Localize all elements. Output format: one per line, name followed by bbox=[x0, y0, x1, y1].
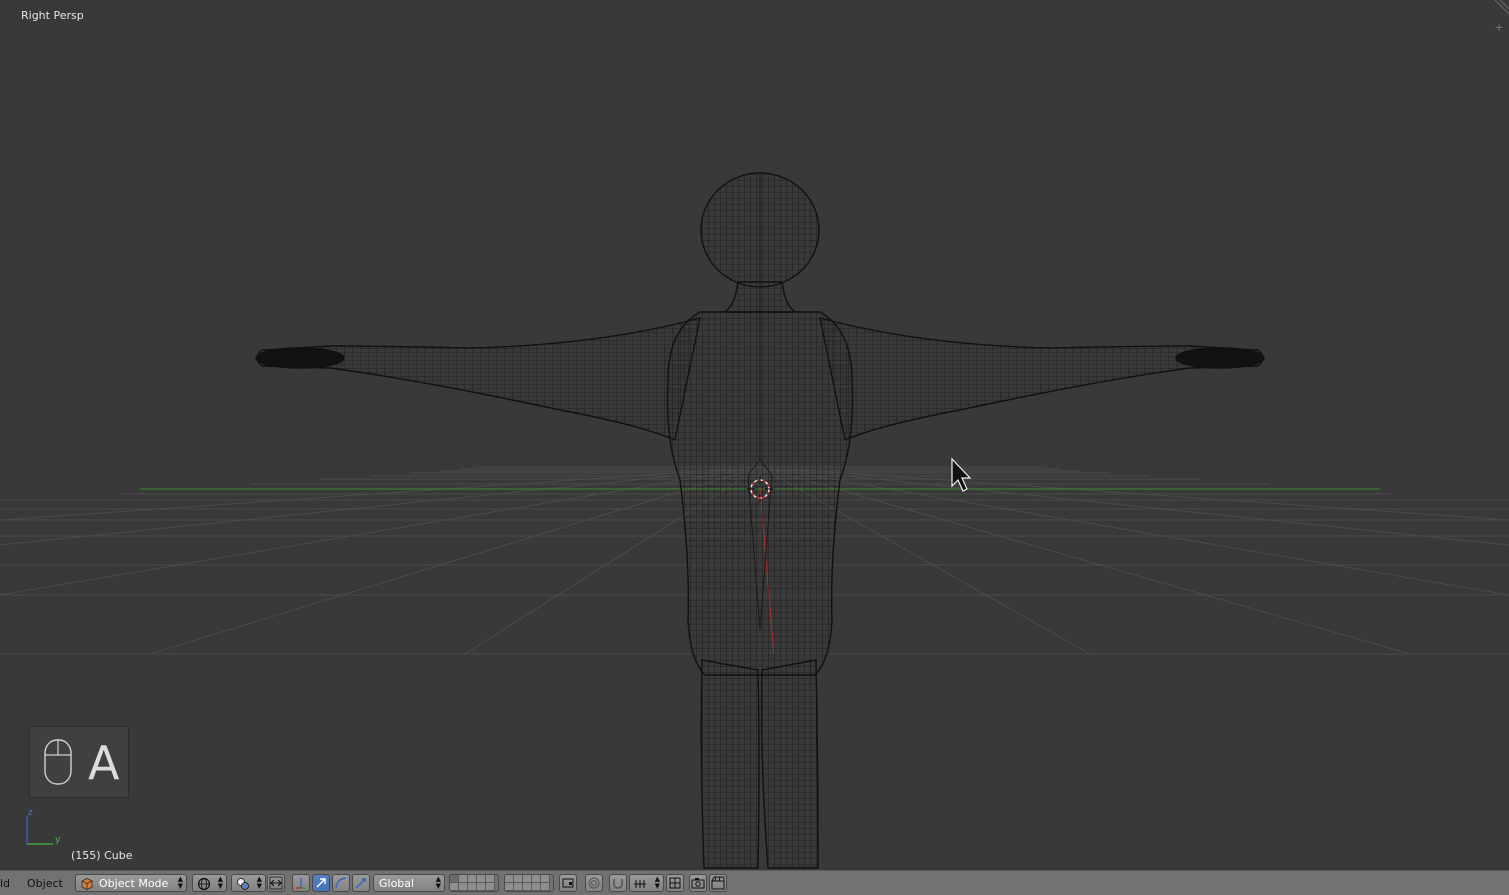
viewport-shading-select[interactable]: ▲ ▼ bbox=[192, 874, 227, 892]
view-label: Right Persp bbox=[21, 9, 84, 22]
rotate-manipulator-button[interactable] bbox=[312, 874, 330, 892]
grid-target-icon bbox=[669, 877, 681, 889]
opengl-render-animation-button[interactable] bbox=[709, 874, 727, 892]
snap-toggle-button[interactable] bbox=[609, 874, 627, 892]
menu-add[interactable]: ld bbox=[0, 877, 10, 890]
menu-object[interactable]: Object bbox=[27, 877, 63, 890]
proportional-editing-button[interactable] bbox=[585, 874, 603, 892]
properties-toggle-icon[interactable]: + bbox=[1493, 22, 1505, 34]
toggle-manipulator-button[interactable] bbox=[267, 874, 285, 892]
updown-icon: ▲ ▼ bbox=[177, 875, 183, 890]
layers-lock-icon bbox=[562, 878, 574, 888]
axis-z-label: z bbox=[28, 808, 33, 818]
cube-icon bbox=[81, 878, 93, 890]
axis-y-label: y bbox=[55, 835, 61, 845]
move-arrows-icon bbox=[296, 878, 306, 889]
proportional-circle-icon bbox=[588, 877, 600, 889]
pressed-key-label: A bbox=[88, 736, 120, 790]
scale-icon bbox=[355, 878, 366, 889]
snap-increment-icon bbox=[634, 880, 646, 888]
3d-view-header: ld Object Object Mode ▲ ▼ ▲ ▼ ▲ ▼ Global… bbox=[0, 870, 1509, 895]
clapperboard-icon bbox=[711, 876, 725, 890]
scene-layers-group-1[interactable] bbox=[449, 874, 499, 892]
screencast-key-overlay: A bbox=[29, 726, 129, 798]
translate-manipulator-button[interactable] bbox=[292, 874, 310, 892]
lock-layers-button[interactable] bbox=[559, 874, 577, 892]
globe-icon bbox=[197, 877, 211, 891]
viewport-scene[interactable] bbox=[0, 0, 1509, 870]
pivot-point-select[interactable]: ▲ ▼ bbox=[231, 874, 266, 892]
3d-viewport[interactable]: Right Persp + A z y (155) Cube bbox=[0, 0, 1509, 870]
camera-icon bbox=[691, 878, 705, 889]
curve-manipulator-button[interactable] bbox=[332, 874, 350, 892]
updown-icon: ▲ ▼ bbox=[654, 875, 660, 890]
updown-icon: ▲ ▼ bbox=[435, 875, 441, 890]
axis-gizmo: z y bbox=[26, 808, 61, 845]
transform-orientation-select[interactable]: Global ▲ ▼ bbox=[373, 874, 445, 892]
pivot-icon bbox=[237, 878, 249, 890]
manipulator-axes-icon bbox=[269, 876, 283, 890]
mode-select-label: Object Mode bbox=[99, 877, 169, 890]
transform-orientation-label: Global bbox=[379, 877, 415, 890]
updown-icon: ▲ ▼ bbox=[217, 875, 223, 890]
mouse-icon bbox=[44, 739, 72, 785]
mode-select[interactable]: Object Mode ▲ ▼ bbox=[75, 874, 187, 892]
object-info-label: (155) Cube bbox=[71, 849, 133, 862]
opengl-render-image-button[interactable] bbox=[689, 874, 707, 892]
snap-element-select[interactable]: ▲ ▼ bbox=[629, 874, 664, 892]
scale-manipulator-button[interactable] bbox=[352, 874, 370, 892]
curve-icon bbox=[335, 877, 347, 889]
mouse-pointer-icon bbox=[951, 457, 972, 492]
arrow-pointer-icon bbox=[316, 878, 326, 888]
scene-layers-group-2[interactable] bbox=[504, 874, 554, 892]
area-split-corner-icon[interactable] bbox=[1493, 0, 1509, 16]
snap-target-button[interactable] bbox=[666, 874, 684, 892]
magnet-icon bbox=[613, 879, 623, 889]
updown-icon: ▲ ▼ bbox=[256, 875, 262, 890]
